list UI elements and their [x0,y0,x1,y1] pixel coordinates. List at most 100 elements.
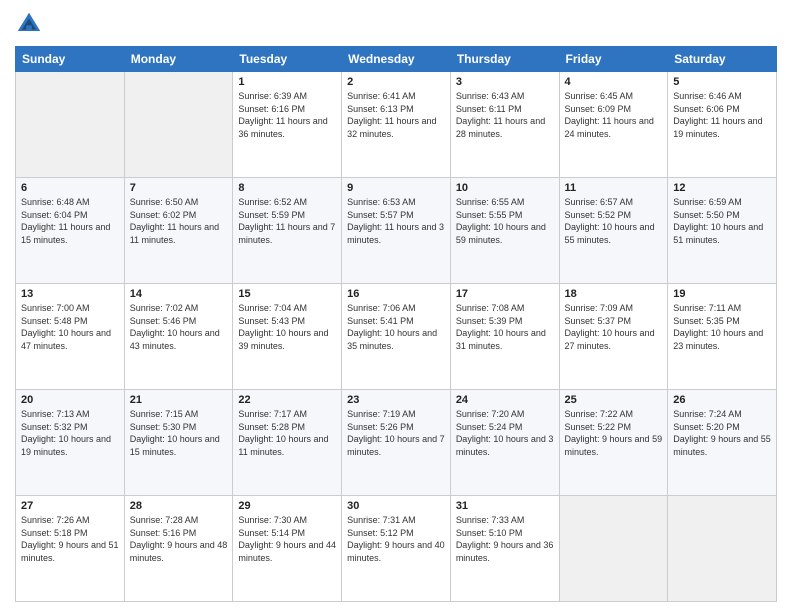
day-info: Sunrise: 7:04 AMSunset: 5:43 PMDaylight:… [238,302,336,352]
day-number: 4 [565,76,663,88]
calendar-cell: 18 Sunrise: 7:09 AMSunset: 5:37 PMDayligh… [559,284,668,390]
calendar-cell: 30 Sunrise: 7:31 AMSunset: 5:12 PMDayligh… [342,496,451,602]
calendar-cell [668,496,777,602]
logo-icon [15,10,43,38]
calendar-cell: 11Sunrise: 6:57 AMSunset: 5:52 PMDayligh… [559,178,668,284]
day-number: 31 [456,500,554,512]
day-info: Sunrise: 6:39 AMSunset: 6:16 PMDaylight:… [238,90,336,140]
day-info: Sunrise: 7:15 AMSunset: 5:30 PMDaylight:… [130,408,228,458]
calendar-cell: 10 Sunrise: 6:55 AMSunset: 5:55 PMDayligh… [450,178,559,284]
day-number: 2 [347,76,445,88]
calendar-cell: 5Sunrise: 6:46 AMSunset: 6:06 PMDaylight… [668,72,777,178]
weekday-header: Saturday [668,47,777,72]
calendar-week-row: 27Sunrise: 7:26 AMSunset: 5:18 PMDayligh… [16,496,777,602]
day-info: Sunrise: 7:06 AMSunset: 5:41 PMDaylight:… [347,302,445,352]
day-number: 22 [238,394,336,406]
logo [15,10,47,38]
calendar-cell: 15 Sunrise: 7:04 AMSunset: 5:43 PMDayligh… [233,284,342,390]
day-info: Sunrise: 6:57 AMSunset: 5:52 PMDaylight:… [565,196,663,246]
day-number: 27 [21,500,119,512]
day-info: Sunrise: 7:28 AMSunset: 5:16 PMDaylight:… [130,514,228,564]
day-info: Sunrise: 7:22 AMSunset: 5:22 PMDaylight:… [565,408,663,458]
day-number: 10 [456,182,554,194]
day-info: Sunrise: 6:53 AMSunset: 5:57 PMDaylight:… [347,196,445,246]
day-number: 23 [347,394,445,406]
weekday-header: Wednesday [342,47,451,72]
day-info: Sunrise: 7:13 AMSunset: 5:32 PMDaylight:… [21,408,119,458]
day-number: 26 [673,394,771,406]
calendar-cell: 2 Sunrise: 6:41 AMSunset: 6:13 PMDaylight… [342,72,451,178]
calendar-week-row: 20 Sunrise: 7:13 AMSunset: 5:32 PMDayligh… [16,390,777,496]
calendar-cell: 16 Sunrise: 7:06 AMSunset: 5:41 PMDayligh… [342,284,451,390]
day-number: 21 [130,394,228,406]
day-info: Sunrise: 6:50 AMSunset: 6:02 PMDaylight:… [130,196,228,246]
day-number: 29 [238,500,336,512]
calendar-cell: 7 Sunrise: 6:50 AMSunset: 6:02 PMDaylight… [124,178,233,284]
day-info: Sunrise: 7:02 AMSunset: 5:46 PMDaylight:… [130,302,228,352]
calendar-cell: 25 Sunrise: 7:22 AMSunset: 5:22 PMDayligh… [559,390,668,496]
day-info: Sunrise: 7:33 AMSunset: 5:10 PMDaylight:… [456,514,554,564]
day-number: 28 [130,500,228,512]
day-info: Sunrise: 6:45 AMSunset: 6:09 PMDaylight:… [565,90,663,140]
day-number: 6 [21,182,119,194]
calendar-cell: 9 Sunrise: 6:53 AMSunset: 5:57 PMDaylight… [342,178,451,284]
day-number: 19 [673,288,771,300]
calendar-cell: 27Sunrise: 7:26 AMSunset: 5:18 PMDayligh… [16,496,125,602]
day-number: 15 [238,288,336,300]
day-info: Sunrise: 6:41 AMSunset: 6:13 PMDaylight:… [347,90,445,140]
calendar-cell: 1 Sunrise: 6:39 AMSunset: 6:16 PMDaylight… [233,72,342,178]
calendar-table: SundayMondayTuesdayWednesdayThursdayFrid… [15,46,777,602]
calendar-cell: 21 Sunrise: 7:15 AMSunset: 5:30 PMDayligh… [124,390,233,496]
calendar-cell: 24Sunrise: 7:20 AMSunset: 5:24 PMDayligh… [450,390,559,496]
calendar-cell: 20 Sunrise: 7:13 AMSunset: 5:32 PMDayligh… [16,390,125,496]
day-info: Sunrise: 7:08 AMSunset: 5:39 PMDaylight:… [456,302,554,352]
day-number: 25 [565,394,663,406]
calendar-cell: 23 Sunrise: 7:19 AMSunset: 5:26 PMDayligh… [342,390,451,496]
day-info: Sunrise: 7:19 AMSunset: 5:26 PMDaylight:… [347,408,445,458]
day-number: 7 [130,182,228,194]
day-number: 30 [347,500,445,512]
page: SundayMondayTuesdayWednesdayThursdayFrid… [0,0,792,612]
calendar-cell: 13Sunrise: 7:00 AMSunset: 5:48 PMDayligh… [16,284,125,390]
calendar-cell: 17 Sunrise: 7:08 AMSunset: 5:39 PMDayligh… [450,284,559,390]
calendar-week-row: 6 Sunrise: 6:48 AMSunset: 6:04 PMDaylight… [16,178,777,284]
day-info: Sunrise: 6:55 AMSunset: 5:55 PMDaylight:… [456,196,554,246]
day-number: 8 [238,182,336,194]
calendar-cell: 4 Sunrise: 6:45 AMSunset: 6:09 PMDaylight… [559,72,668,178]
calendar-week-row: 13Sunrise: 7:00 AMSunset: 5:48 PMDayligh… [16,284,777,390]
day-number: 14 [130,288,228,300]
calendar-cell: 31 Sunrise: 7:33 AMSunset: 5:10 PMDayligh… [450,496,559,602]
day-info: Sunrise: 7:09 AMSunset: 5:37 PMDaylight:… [565,302,663,352]
calendar-cell: 14 Sunrise: 7:02 AMSunset: 5:46 PMDayligh… [124,284,233,390]
day-info: Sunrise: 7:00 AMSunset: 5:48 PMDaylight:… [21,302,119,352]
day-info: Sunrise: 6:46 AMSunset: 6:06 PMDaylight:… [673,90,771,140]
day-number: 9 [347,182,445,194]
calendar-cell: 8 Sunrise: 6:52 AMSunset: 5:59 PMDaylight… [233,178,342,284]
calendar-cell [16,72,125,178]
calendar-cell: 12 Sunrise: 6:59 AMSunset: 5:50 PMDayligh… [668,178,777,284]
day-number: 16 [347,288,445,300]
calendar-cell: 19Sunrise: 7:11 AMSunset: 5:35 PMDayligh… [668,284,777,390]
calendar-cell [559,496,668,602]
day-info: Sunrise: 7:20 AMSunset: 5:24 PMDaylight:… [456,408,554,458]
day-info: Sunrise: 6:48 AMSunset: 6:04 PMDaylight:… [21,196,119,246]
day-number: 18 [565,288,663,300]
day-info: Sunrise: 6:43 AMSunset: 6:11 PMDaylight:… [456,90,554,140]
header [15,10,777,38]
day-number: 12 [673,182,771,194]
calendar-cell: 29Sunrise: 7:30 AMSunset: 5:14 PMDayligh… [233,496,342,602]
day-number: 1 [238,76,336,88]
day-info: Sunrise: 7:31 AMSunset: 5:12 PMDaylight:… [347,514,445,564]
day-info: Sunrise: 6:52 AMSunset: 5:59 PMDaylight:… [238,196,336,246]
day-number: 17 [456,288,554,300]
weekday-header: Thursday [450,47,559,72]
calendar-week-row: 1 Sunrise: 6:39 AMSunset: 6:16 PMDaylight… [16,72,777,178]
calendar-cell: 22 Sunrise: 7:17 AMSunset: 5:28 PMDayligh… [233,390,342,496]
calendar-header-row: SundayMondayTuesdayWednesdayThursdayFrid… [16,47,777,72]
day-info: Sunrise: 6:59 AMSunset: 5:50 PMDaylight:… [673,196,771,246]
day-number: 20 [21,394,119,406]
day-info: Sunrise: 7:17 AMSunset: 5:28 PMDaylight:… [238,408,336,458]
calendar-cell: 3Sunrise: 6:43 AMSunset: 6:11 PMDaylight… [450,72,559,178]
calendar-cell [124,72,233,178]
weekday-header: Monday [124,47,233,72]
